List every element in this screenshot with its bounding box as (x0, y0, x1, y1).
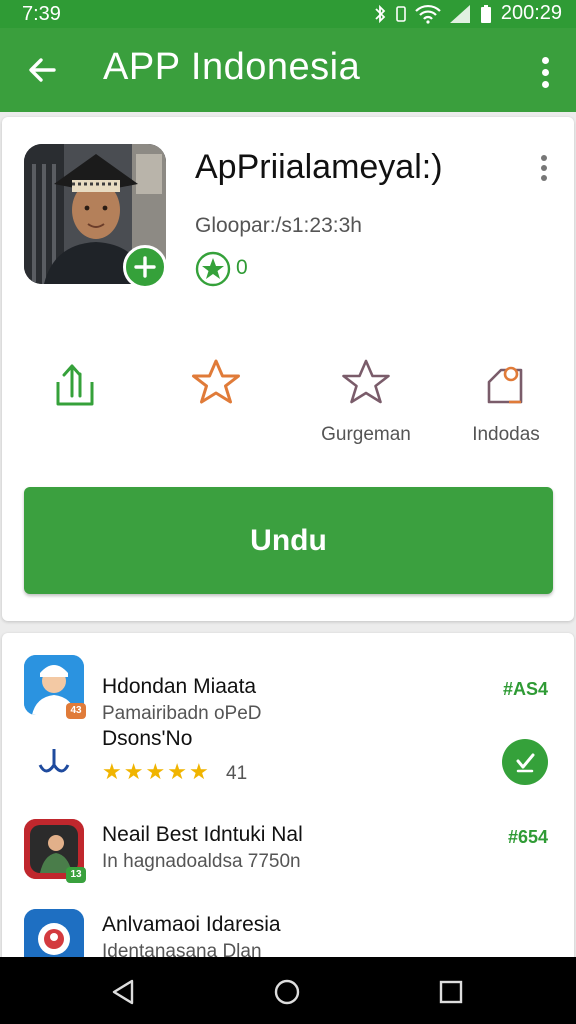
action-rate[interactable]: Gurgeman (311, 356, 421, 446)
app-badge: 43 (66, 703, 86, 719)
battery-icon (480, 4, 491, 23)
plus-icon (134, 256, 156, 278)
list-item-price: #AS4 (502, 679, 548, 699)
star-filled-icon: ★ (102, 759, 122, 784)
more-vert-dot (541, 165, 547, 171)
list-item-price: #654 (507, 827, 548, 847)
star-filled-icon: ★ (123, 759, 144, 784)
wifi-icon (415, 4, 441, 24)
download-button[interactable] (502, 739, 548, 785)
status-bar: 7:39 200:29 (0, 0, 576, 28)
action-share[interactable] (20, 356, 130, 424)
more-vert-icon (541, 56, 549, 64)
share-icon (56, 364, 94, 406)
nav-back-button[interactable] (103, 972, 143, 1012)
list-item-subtitle: Pamairibadn oPeD (102, 703, 262, 724)
star-outline-icon (342, 359, 390, 404)
list-item[interactable]: Anlvamaoi Idaresia Identanasana Dlan (2, 905, 574, 963)
signal-icon (449, 4, 470, 23)
action-favorite[interactable] (161, 356, 271, 424)
app-bar-title: APP Indonesia (103, 46, 361, 88)
more-vert-dot (541, 80, 549, 88)
install-button[interactable]: Undu (24, 487, 553, 594)
list-item-title: Dsons'No (102, 727, 193, 750)
download-check-icon (516, 753, 535, 773)
star-filled-icon: ★ (188, 759, 209, 784)
related-apps-list: 43 Hdondan Miaata Pamairibadn oPeD #AS4 … (2, 633, 574, 963)
system-nav-bar (0, 957, 576, 1024)
star-outline-icon (192, 359, 240, 404)
more-vert-dot (541, 175, 547, 181)
action-tag[interactable]: Indodas (451, 356, 561, 446)
rating-count: 41 (226, 763, 248, 784)
list-item[interactable]: 43 Hdondan Miaata Pamairibadn oPeD #AS4 (2, 651, 574, 724)
more-vert-dot (541, 68, 549, 76)
nav-home-button[interactable] (267, 972, 307, 1012)
more-vert-icon (541, 155, 547, 161)
tag-icon (487, 366, 523, 404)
list-item-title: Hdondan Miaata (102, 675, 257, 698)
rating-stars: ★ ★ ★ ★ ★ (102, 759, 209, 785)
app-icon (24, 909, 84, 963)
vibrate-icon (396, 5, 406, 22)
app-bar: APP Indonesia (0, 28, 576, 112)
list-item-title: Anlvamaoi Idaresia (102, 913, 281, 936)
triangle-back-icon (112, 979, 134, 1005)
app-subtitle: Gloopar:/s1:23:3h (195, 214, 362, 237)
star-filled-icon: ★ (167, 759, 187, 784)
list-item[interactable]: 13 Neail Best Idntuki Nal In hagnadoalds… (2, 815, 574, 887)
action-label: Gurgeman (321, 424, 411, 445)
app-more-button[interactable] (534, 152, 554, 184)
rating-count: 0 (236, 256, 248, 279)
overflow-menu-button[interactable] (528, 50, 562, 94)
action-label: Indodas (472, 424, 540, 445)
system-icons: 200:29 (373, 2, 562, 25)
status-time: 7:39 (22, 3, 61, 25)
app-badge: 13 (66, 867, 86, 883)
list-item-title: Neail Best Idntuki Nal (102, 823, 303, 846)
back-button[interactable] (20, 48, 64, 92)
arrow-back-icon (29, 58, 56, 82)
list-item-subtitle: In hagnadoaldsa 7750n (102, 851, 301, 872)
add-button[interactable] (123, 245, 167, 289)
app-name: ApPriialameyal:) (195, 148, 443, 186)
star-filled-icon: ★ (145, 759, 166, 784)
list-item[interactable]: Dsons'No ★ ★ ★ ★ ★ 41 (2, 725, 574, 797)
star-badge-icon (195, 251, 231, 287)
circle-home-icon (274, 979, 300, 1005)
app-icon (24, 731, 84, 791)
nav-recents-button[interactable] (431, 972, 471, 1012)
status-clock: 200:29 (500, 2, 562, 24)
square-recents-icon (439, 980, 463, 1004)
bluetooth-icon (375, 4, 386, 23)
